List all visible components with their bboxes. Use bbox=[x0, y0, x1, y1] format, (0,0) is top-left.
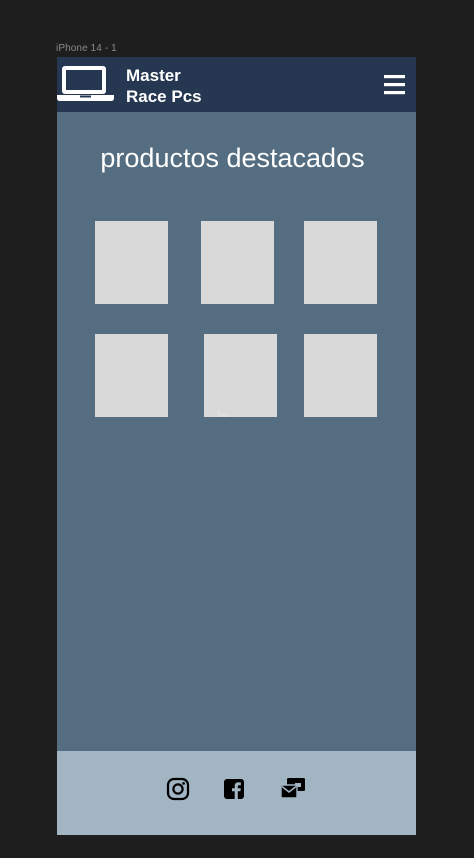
brand-line-2: Race Pcs bbox=[126, 87, 202, 106]
product-card[interactable] bbox=[304, 334, 377, 417]
laptop-icon bbox=[57, 66, 114, 101]
facebook-icon[interactable] bbox=[222, 777, 246, 801]
hamburger-menu-icon[interactable] bbox=[384, 74, 405, 95]
resize-cursor-icon bbox=[218, 410, 229, 417]
header-bar: Master Race Pcs bbox=[57, 57, 416, 112]
mail-icon[interactable] bbox=[280, 777, 306, 801]
product-card[interactable] bbox=[204, 334, 277, 417]
instagram-icon[interactable] bbox=[166, 777, 190, 801]
design-canvas: iPhone 14 - 1 Master Race Pcs productos … bbox=[0, 0, 474, 858]
phone-frame: Master Race Pcs productos destacados bbox=[57, 57, 416, 835]
product-card[interactable] bbox=[201, 221, 274, 304]
footer-bar bbox=[57, 751, 416, 835]
product-card[interactable] bbox=[304, 221, 377, 304]
product-card[interactable] bbox=[95, 221, 168, 304]
brand-line-1: Master bbox=[126, 66, 181, 85]
brand-name: Master Race Pcs bbox=[126, 65, 202, 107]
frame-label[interactable]: iPhone 14 - 1 bbox=[56, 43, 117, 54]
product-card[interactable] bbox=[95, 334, 168, 417]
section-title: productos destacados bbox=[100, 143, 365, 173]
